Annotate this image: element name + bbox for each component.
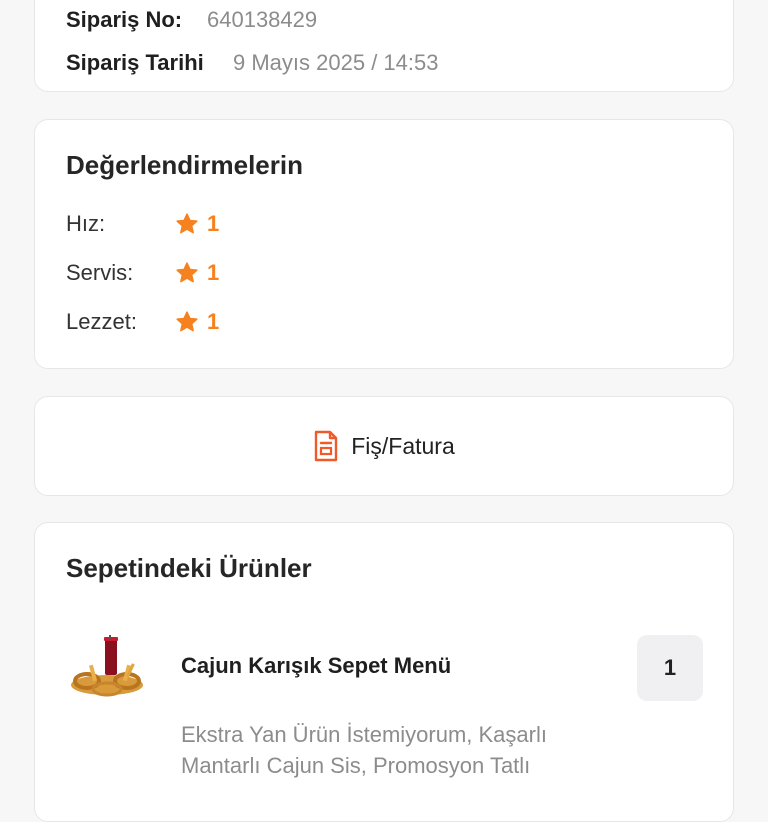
order-date-label: Sipariş Tarihi [66,50,204,75]
basket-title: Sepetindeki Ürünler [66,553,312,583]
product-image [71,635,143,697]
product-name: Cajun Karışık Sepet Menü [181,653,452,678]
rating-label-service: Servis: [66,260,134,285]
rating-label-taste: Lezzet: [66,309,137,334]
product-description: Ekstra Yan Ürün İstemiyorum, Kaşarlı Man… [181,722,547,778]
star-icon [176,213,198,234]
ratings-card: Değerlendirmelerin Hız: 1 Servis: 1 Lezz… [34,119,734,369]
receipt-card: Fiş/Fatura [34,396,734,496]
receipt-label: Fiş/Fatura [351,432,455,459]
quantity-badge: 1 [637,635,703,701]
receipt-button[interactable]: Fiş/Fatura [35,397,733,495]
receipt-icon [315,430,338,462]
order-date-value: 9 Mayıs 2025 / 14:53 [233,50,439,75]
ratings-title: Değerlendirmelerin [66,150,303,180]
rating-value-service: 1 [207,260,220,285]
basket-card: Sepetindeki Ürünler Cajun Karışık Sepet … [34,522,734,822]
order-info-card: Sipariş No: 640138429 Sipariş Tarihi 9 M… [34,0,734,92]
star-icon [176,262,198,283]
rating-value-taste: 1 [207,309,220,334]
rating-value-speed: 1 [207,211,220,236]
rating-label-speed: Hız: [66,211,106,236]
star-icon [176,311,198,332]
order-number-value: 640138429 [207,7,318,32]
order-number-label: Sipariş No: [66,7,183,32]
